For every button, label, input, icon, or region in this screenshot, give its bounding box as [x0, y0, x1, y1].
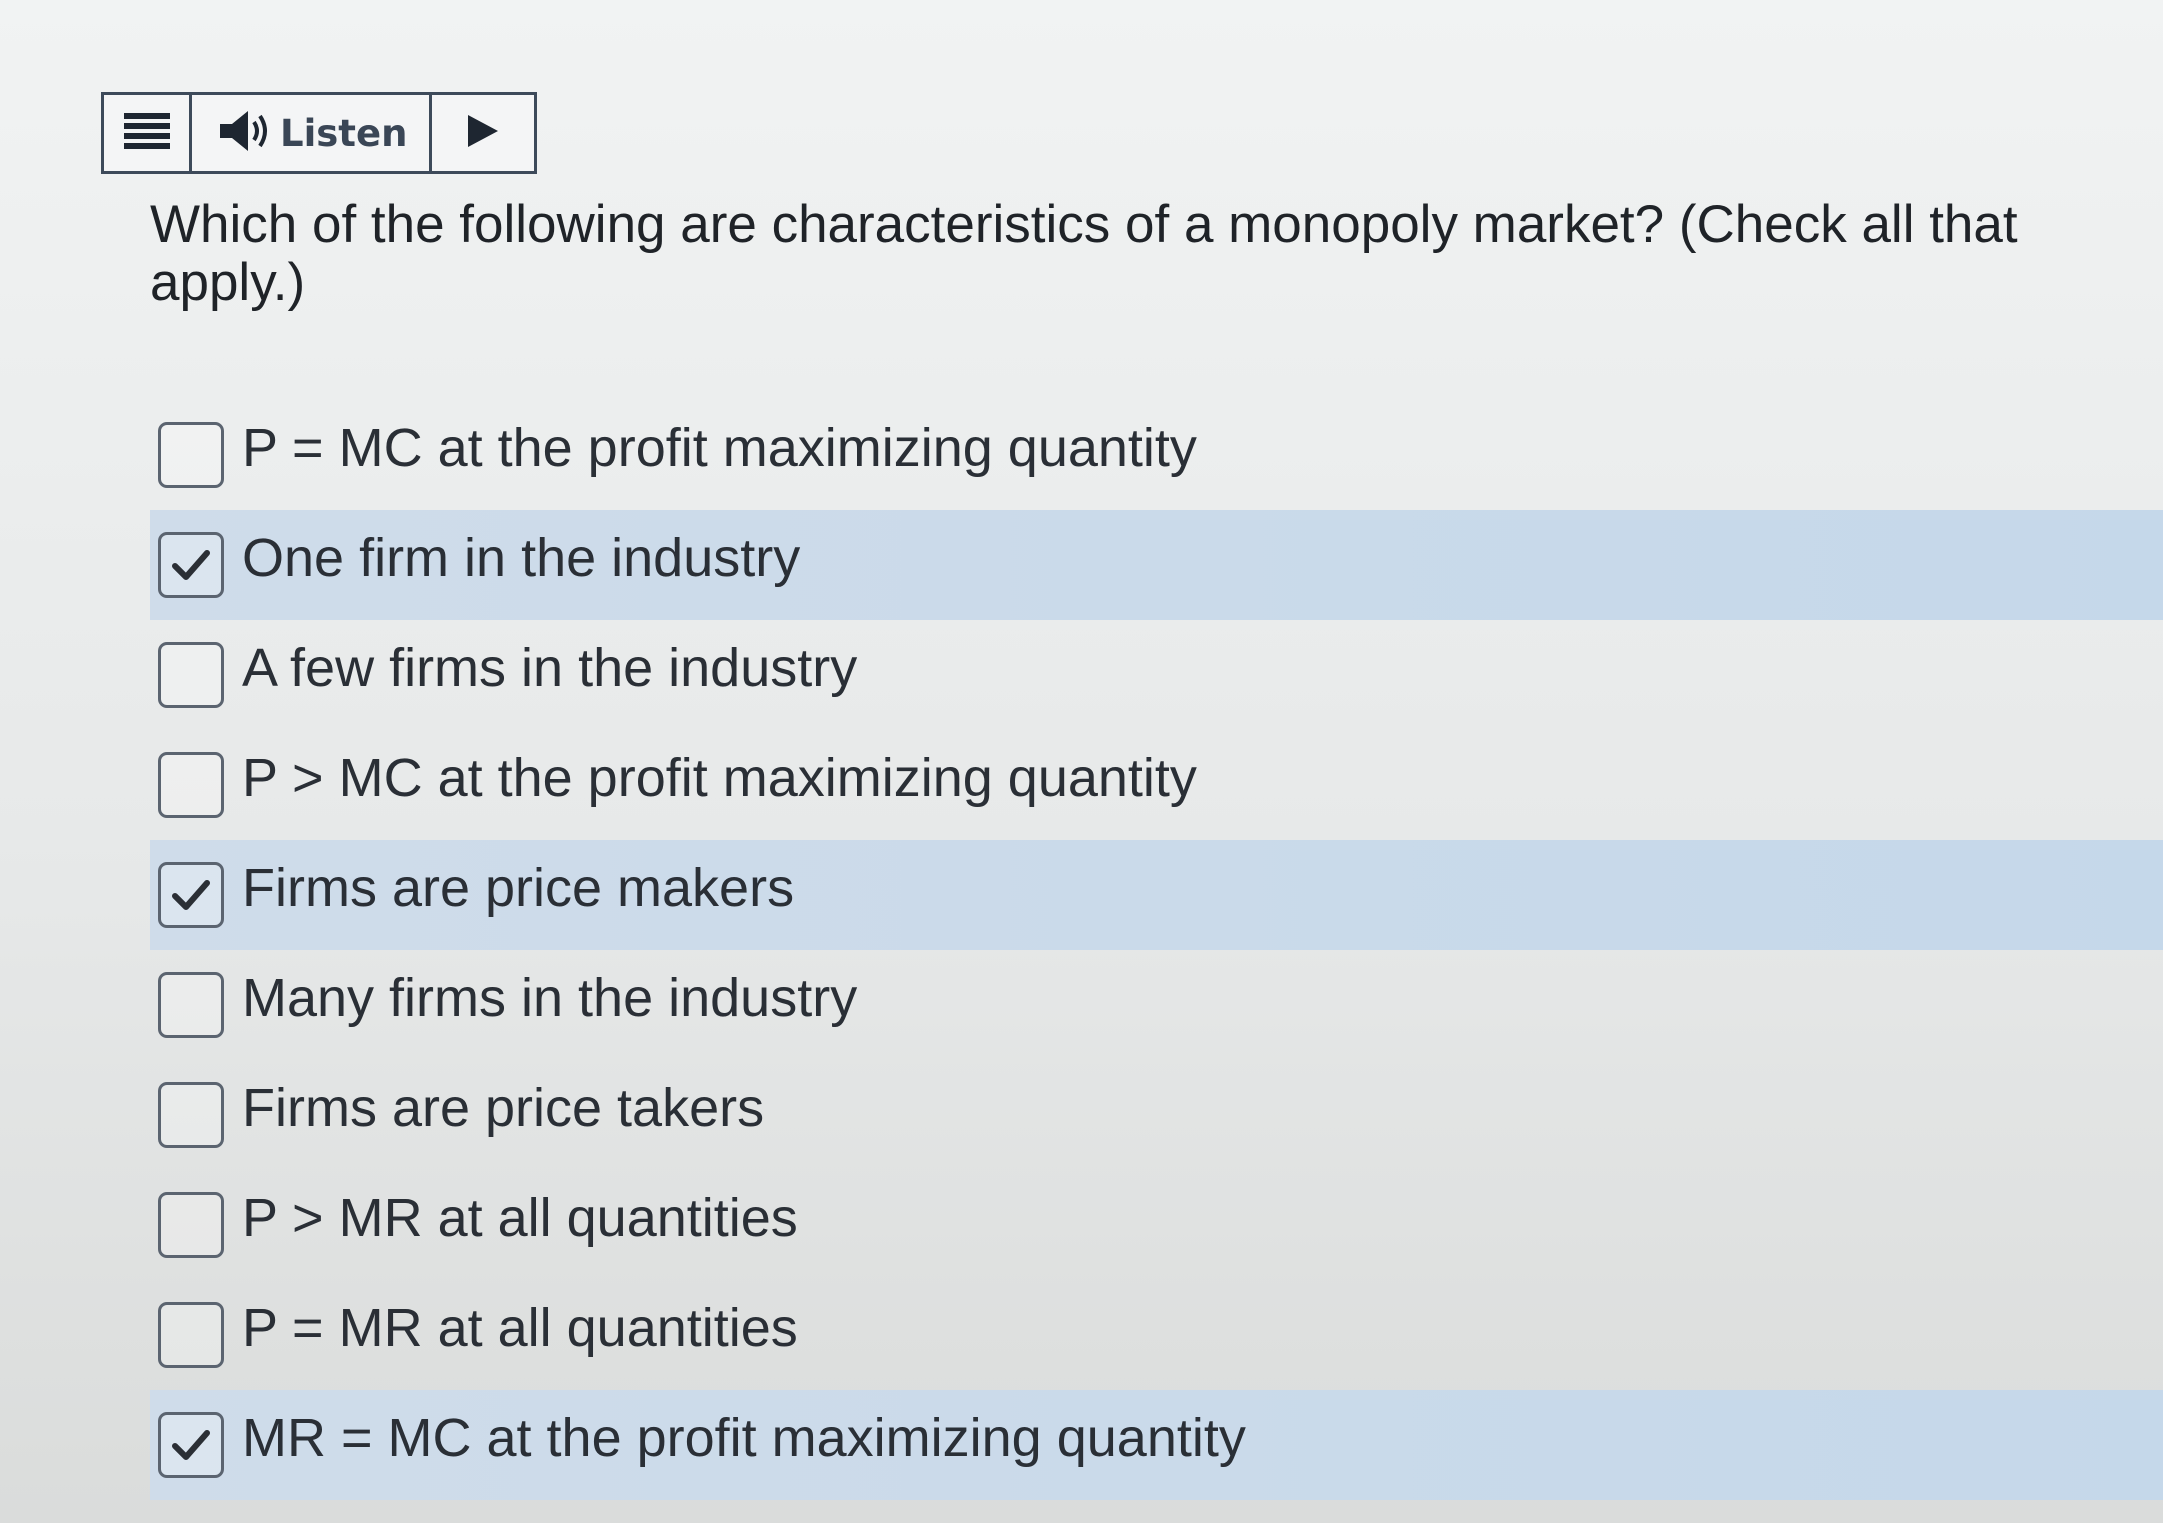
option-label: P = MR at all quantities	[242, 1298, 798, 1358]
options-list: P = MC at the profit maximizing quantity…	[150, 400, 2163, 1500]
option-label: Firms are price takers	[242, 1078, 765, 1138]
checkbox-2[interactable]	[158, 532, 224, 598]
checkbox-7[interactable]	[158, 1082, 224, 1148]
option-8[interactable]: P > MR at all quantities	[150, 1170, 2163, 1280]
option-label: MR = MC at the profit maximizing quantit…	[242, 1408, 1246, 1468]
option-7[interactable]: Firms are price takers	[150, 1060, 2163, 1170]
option-label: P = MC at the profit maximizing quantity	[242, 418, 1197, 478]
listen-label: Listen	[280, 111, 408, 155]
option-label: A few firms in the industry	[242, 638, 858, 698]
option-3[interactable]: A few firms in the industry	[150, 620, 2163, 730]
checkbox-10[interactable]	[158, 1412, 224, 1478]
checkbox-9[interactable]	[158, 1302, 224, 1368]
play-icon	[466, 113, 500, 154]
listen-button[interactable]: Listen	[192, 95, 432, 171]
checkbox-3[interactable]	[158, 642, 224, 708]
option-1[interactable]: P = MC at the profit maximizing quantity	[150, 400, 2163, 510]
checkbox-4[interactable]	[158, 752, 224, 818]
option-4[interactable]: P > MC at the profit maximizing quantity	[150, 730, 2163, 840]
checkmark-icon	[172, 1430, 210, 1460]
checkbox-5[interactable]	[158, 862, 224, 928]
checkbox-6[interactable]	[158, 972, 224, 1038]
checkmark-icon	[172, 880, 210, 910]
option-label: P > MR at all quantities	[242, 1188, 798, 1248]
speaker-icon	[218, 108, 274, 159]
option-2[interactable]: One firm in the industry	[150, 510, 2163, 620]
option-9[interactable]: P = MR at all quantities	[150, 1280, 2163, 1390]
menu-button[interactable]	[104, 95, 192, 171]
option-10[interactable]: MR = MC at the profit maximizing quantit…	[150, 1390, 2163, 1500]
checkbox-8[interactable]	[158, 1192, 224, 1258]
hamburger-icon	[123, 111, 170, 156]
question-text: Which of the following are characteristi…	[150, 196, 2140, 312]
option-6[interactable]: Many firms in the industry	[150, 950, 2163, 1060]
question-line-1: Which of the following are characteristi…	[150, 195, 2018, 254]
option-label: Firms are price makers	[242, 858, 795, 918]
option-label: P > MC at the profit maximizing quantity	[242, 748, 1197, 808]
option-label: One firm in the industry	[242, 528, 801, 588]
option-label: Many firms in the industry	[242, 968, 858, 1028]
checkmark-icon	[172, 550, 210, 580]
listen-toolbar: Listen	[101, 92, 537, 174]
play-button[interactable]	[432, 95, 534, 171]
option-5[interactable]: Firms are price makers	[150, 840, 2163, 950]
question-line-2: apply.)	[150, 253, 306, 312]
checkbox-1[interactable]	[158, 422, 224, 488]
